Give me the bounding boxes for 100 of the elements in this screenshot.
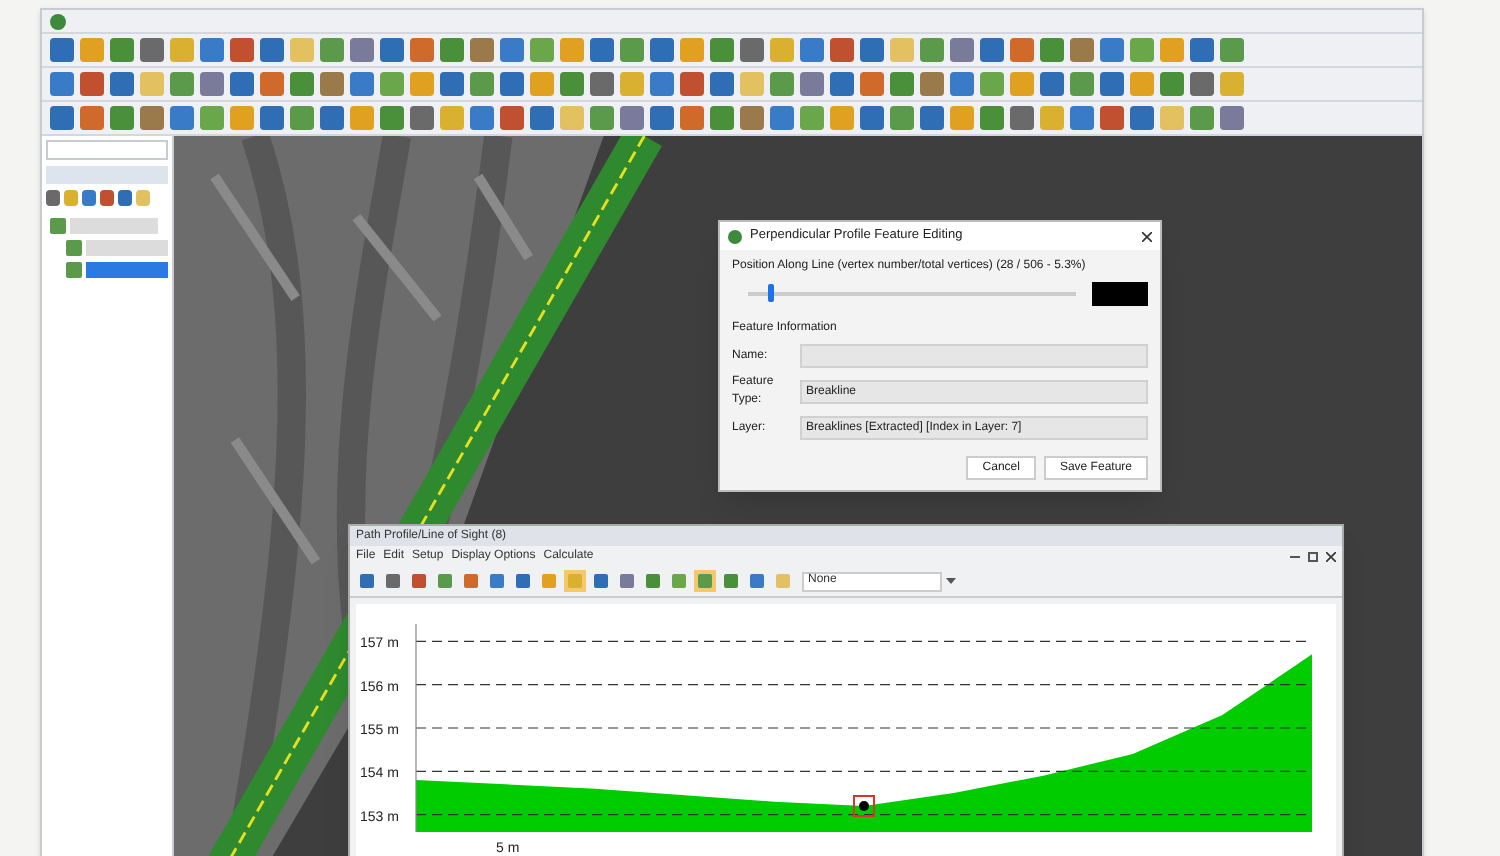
tool-icon[interactable] (470, 72, 494, 96)
slider-thumb[interactable] (767, 284, 774, 302)
tool-icon[interactable] (1190, 72, 1214, 96)
tool-button[interactable] (460, 570, 482, 592)
tool-icon[interactable] (440, 38, 464, 62)
tool-icon[interactable] (800, 106, 824, 130)
tool-icon[interactable] (1040, 72, 1064, 96)
tool-icon[interactable] (170, 106, 194, 130)
tool-icon[interactable] (650, 72, 674, 96)
tool-icon[interactable] (1070, 72, 1094, 96)
tool-icon[interactable] (650, 106, 674, 130)
tool-icon[interactable] (620, 38, 644, 62)
tool-icon[interactable] (590, 38, 614, 62)
tool-icon[interactable] (620, 106, 644, 130)
tool-icon[interactable] (320, 38, 344, 62)
tool-button[interactable] (616, 570, 638, 592)
tool-icon[interactable] (260, 38, 284, 62)
tool-icon[interactable] (1160, 72, 1184, 96)
tool-icon[interactable] (380, 106, 404, 130)
tool-icon[interactable] (290, 106, 314, 130)
tool-icon[interactable] (890, 106, 914, 130)
tool-icon[interactable] (140, 38, 164, 62)
tool-icon[interactable] (410, 38, 434, 62)
tool-icon[interactable] (1010, 38, 1034, 62)
tool-icon[interactable] (860, 106, 884, 130)
tool-icon[interactable] (740, 106, 764, 130)
tool-icon[interactable] (830, 38, 854, 62)
tool-icon[interactable] (230, 72, 254, 96)
tool-icon[interactable] (710, 106, 734, 130)
tool-icon[interactable] (170, 72, 194, 96)
tool-button[interactable] (642, 570, 664, 592)
tool-button[interactable] (668, 570, 690, 592)
tool-icon[interactable] (410, 106, 434, 130)
tool-icon[interactable] (710, 72, 734, 96)
tool-button[interactable] (356, 570, 378, 592)
tool-icon[interactable] (470, 106, 494, 130)
tool-icon[interactable] (950, 72, 974, 96)
maximize-icon[interactable] (1308, 551, 1318, 561)
tool-icon[interactable] (320, 72, 344, 96)
tool-icon[interactable] (980, 38, 1004, 62)
tool-icon[interactable] (1040, 38, 1064, 62)
tool-icon[interactable] (890, 72, 914, 96)
tool-icon[interactable] (350, 72, 374, 96)
tool-icon[interactable] (590, 106, 614, 130)
tool-icon[interactable] (320, 106, 344, 130)
tool-icon[interactable] (920, 72, 944, 96)
tool-icon[interactable] (50, 106, 74, 130)
tool-icon[interactable] (110, 72, 134, 96)
tool-icon[interactable] (1100, 38, 1124, 62)
tool-icon[interactable] (260, 106, 284, 130)
tool-icon[interactable] (1220, 38, 1244, 62)
input-field[interactable] (800, 344, 1148, 368)
tool-icon[interactable] (650, 38, 674, 62)
tree-item[interactable] (85, 262, 168, 278)
tool-icon[interactable] (1220, 106, 1244, 130)
tool-icon[interactable] (590, 72, 614, 96)
tool-icon[interactable] (290, 72, 314, 96)
tool-icon[interactable] (1130, 106, 1154, 130)
tool-icon[interactable] (200, 106, 224, 130)
tool-button[interactable] (538, 570, 560, 592)
tool-icon[interactable] (1190, 38, 1214, 62)
close-icon[interactable] (1142, 231, 1152, 241)
tool-icon[interactable] (380, 38, 404, 62)
tool-icon[interactable] (1100, 106, 1124, 130)
tree-item[interactable] (85, 240, 168, 256)
tool-button[interactable] (694, 570, 716, 592)
tool-icon[interactable] (800, 72, 824, 96)
tool-icon[interactable] (230, 38, 254, 62)
tool-icon[interactable] (380, 72, 404, 96)
tool-icon[interactable] (950, 38, 974, 62)
tool-icon[interactable] (1070, 106, 1094, 130)
tool-icon[interactable] (980, 106, 1004, 130)
tool-icon[interactable] (800, 38, 824, 62)
tool-icon[interactable] (860, 38, 884, 62)
tool-icon[interactable] (710, 38, 734, 62)
color-swatch[interactable] (1092, 282, 1148, 306)
tool-icon[interactable] (740, 38, 764, 62)
tool-icon[interactable] (80, 72, 104, 96)
tool-icon[interactable] (1100, 72, 1124, 96)
tool-icon[interactable] (110, 38, 134, 62)
tree-item[interactable] (70, 218, 158, 234)
close-icon[interactable] (1326, 551, 1336, 561)
tool-icon[interactable] (920, 106, 944, 130)
tool-icon[interactable] (500, 38, 524, 62)
tool-icon[interactable] (470, 38, 494, 62)
tool-icon[interactable] (770, 72, 794, 96)
tool-icon[interactable] (110, 106, 134, 130)
tool-icon[interactable] (680, 72, 704, 96)
tool-icon[interactable] (920, 38, 944, 62)
tool-button[interactable] (512, 570, 534, 592)
tool-button[interactable] (746, 570, 768, 592)
tool-icon[interactable] (530, 106, 554, 130)
tool-button[interactable] (720, 570, 742, 592)
tool-button[interactable] (382, 570, 404, 592)
tool-icon[interactable] (200, 38, 224, 62)
tool-icon[interactable] (1190, 106, 1214, 130)
tool-icon[interactable] (260, 72, 284, 96)
search-field[interactable] (46, 140, 168, 160)
tool-icon[interactable] (830, 72, 854, 96)
tool-button[interactable] (486, 570, 508, 592)
